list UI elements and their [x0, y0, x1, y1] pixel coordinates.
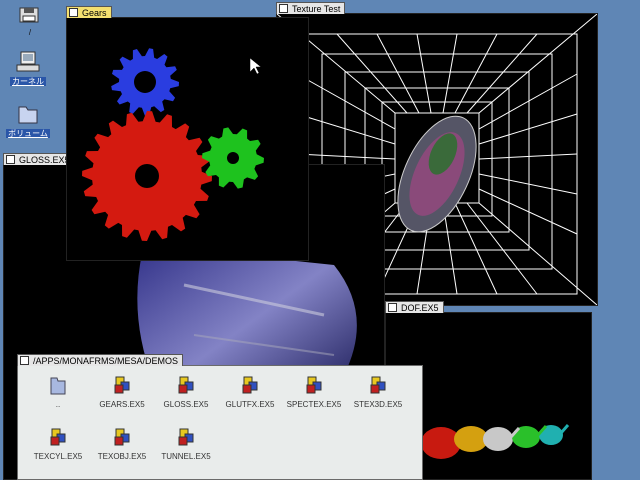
- window-titlebar[interactable]: DOF.EX5: [385, 301, 444, 313]
- window-title: GLOSS.EX5: [19, 154, 70, 165]
- file-item[interactable]: GLOSS.EX5: [156, 374, 216, 409]
- file-item-label: TEXOBJ.EX5: [97, 452, 147, 461]
- desktop-icon-label: カーネル: [10, 77, 46, 86]
- window-title: /APPS/MONAFRMS/MESA/DEMOS: [33, 355, 179, 366]
- file-item-label: TUNNEL.EX5: [161, 452, 211, 461]
- file-item-label: GEARS.EX5: [99, 400, 145, 409]
- desktop-icon-label: /: [28, 28, 32, 37]
- file-item-label: STEX3D.EX5: [353, 400, 403, 409]
- app-icon: [178, 376, 194, 394]
- app-icon: [242, 376, 258, 394]
- window-title: Texture Test: [292, 3, 341, 14]
- desktop-icon-volume[interactable]: ボリューム: [6, 102, 50, 139]
- floppy-icon: [19, 7, 39, 23]
- file-item[interactable]: GLUTFX.EX5: [220, 374, 280, 409]
- close-box-icon[interactable]: [20, 356, 29, 365]
- file-browser-window[interactable]: /APPS/MONAFRMS/MESA/DEMOS .. GEARS.EX5 G…: [17, 354, 423, 480]
- file-item[interactable]: GEARS.EX5: [92, 374, 152, 409]
- file-item[interactable]: TUNNEL.EX5: [156, 426, 216, 461]
- computer-icon: [16, 51, 40, 72]
- file-item[interactable]: STEX3D.EX5: [348, 374, 408, 409]
- desktop-icon-kernel[interactable]: カーネル: [6, 50, 50, 87]
- file-item-label: SPECTEX.EX5: [286, 400, 342, 409]
- app-icon: [114, 376, 130, 394]
- app-icon: [50, 428, 66, 446]
- file-item-label: TEXCYL.EX5: [33, 452, 83, 461]
- green-gear-hole: [227, 152, 239, 164]
- close-box-icon[interactable]: [279, 4, 288, 13]
- window-titlebar[interactable]: GLOSS.EX5: [3, 153, 75, 165]
- file-item[interactable]: TEXCYL.EX5: [28, 426, 88, 461]
- gears-window[interactable]: Gears: [66, 6, 309, 261]
- file-item[interactable]: TEXOBJ.EX5: [92, 426, 152, 461]
- app-icon: [114, 428, 130, 446]
- window-title: Gears: [82, 7, 107, 18]
- file-item-label: GLOSS.EX5: [163, 400, 209, 409]
- gears-canvas: [82, 48, 264, 241]
- app-icon: [370, 376, 386, 394]
- close-box-icon[interactable]: [69, 8, 78, 17]
- file-item-label: ..: [55, 400, 61, 409]
- window-titlebar[interactable]: /APPS/MONAFRMS/MESA/DEMOS: [17, 354, 184, 366]
- window-titlebar[interactable]: Texture Test: [276, 2, 346, 14]
- close-box-icon[interactable]: [6, 155, 15, 164]
- mouse-cursor-icon: [249, 57, 262, 75]
- file-item-label: GLUTFX.EX5: [225, 400, 275, 409]
- app-icon: [306, 376, 322, 394]
- desktop-icon-label: ボリューム: [6, 129, 50, 138]
- folder-icon: [50, 377, 66, 395]
- desktop-icon-root[interactable]: /: [8, 6, 52, 37]
- close-box-icon[interactable]: [388, 303, 397, 312]
- app-icon: [178, 428, 194, 446]
- red-gear-hole: [135, 164, 159, 188]
- folder-icon: [18, 106, 38, 124]
- window-titlebar[interactable]: Gears: [66, 6, 112, 18]
- file-item[interactable]: ..: [28, 374, 88, 409]
- window-title: DOF.EX5: [401, 302, 439, 313]
- file-item[interactable]: SPECTEX.EX5: [284, 374, 344, 409]
- blue-gear-hole: [134, 71, 156, 93]
